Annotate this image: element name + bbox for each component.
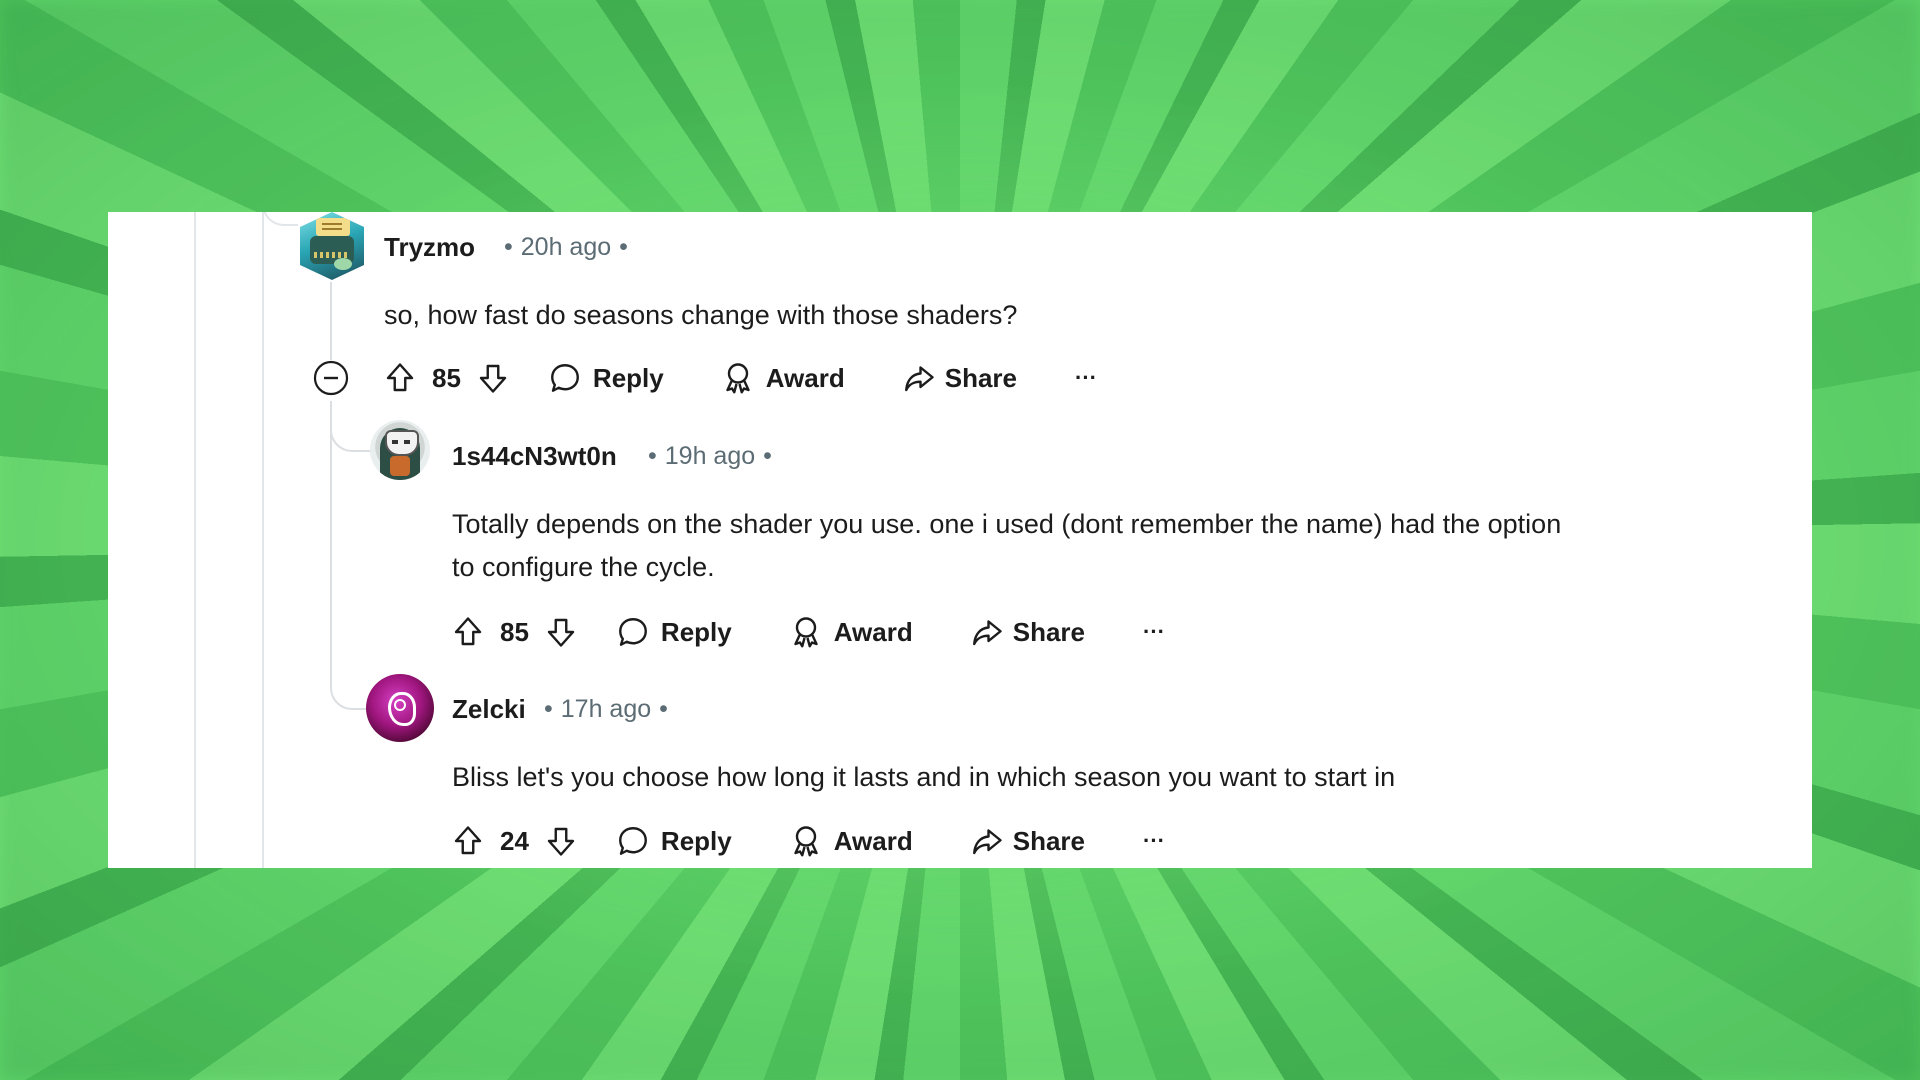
separator-dot: •	[619, 233, 628, 261]
downvote-arrow-icon	[479, 364, 507, 393]
upvote-button[interactable]	[450, 823, 486, 859]
collapse-minus-circle-icon	[313, 360, 349, 396]
downvote-arrow-icon	[547, 827, 575, 856]
comment-timestamp[interactable]: 17h ago	[561, 695, 651, 723]
comment-author[interactable]: Zelcki	[452, 694, 526, 725]
reply-button[interactable]: Reply	[615, 614, 732, 650]
award-button[interactable]: Award	[788, 823, 913, 859]
share-button[interactable]: Share	[969, 823, 1085, 859]
collapse-thread-button[interactable]	[313, 360, 349, 401]
award-button[interactable]: Award	[788, 614, 913, 650]
more-options-button[interactable]: ···	[1143, 619, 1165, 645]
comment-body-line: Bliss let's you choose how long it lasts…	[452, 762, 1396, 792]
thread-line-level-1[interactable]	[194, 212, 196, 868]
more-options-icon: ···	[1143, 828, 1165, 853]
downvote-button[interactable]	[543, 614, 579, 650]
award-label: Award	[833, 825, 913, 856]
speech-bubble-icon	[550, 364, 579, 392]
comment-body-line: to configure the cycle.	[452, 552, 715, 582]
share-arrow-icon	[904, 366, 934, 392]
typewriter-avatar-icon[interactable]	[300, 212, 364, 280]
more-options-icon: ···	[1075, 365, 1097, 390]
speech-bubble-icon	[618, 827, 647, 855]
upvote-button[interactable]	[450, 614, 486, 650]
share-button[interactable]: Share	[901, 360, 1017, 396]
downvote-button[interactable]	[475, 360, 511, 396]
downvote-arrow-icon	[547, 618, 575, 647]
comment-timestamp[interactable]: 19h ago	[665, 442, 755, 470]
more-options-icon: ···	[1143, 619, 1165, 644]
upvote-arrow-icon	[386, 363, 414, 392]
comment-action-bar: 24 Reply Award Share ···	[450, 821, 1165, 861]
reply-label: Reply	[592, 362, 664, 393]
comment-action-bar: 85 Reply Award Share ···	[382, 358, 1097, 398]
purple-swirl-avatar-icon[interactable]	[366, 674, 434, 742]
upvote-button[interactable]	[382, 360, 418, 396]
award-label: Award	[833, 616, 913, 647]
comment-thread-card: Tryzmo • 20h ago • so, how fast do seasons…	[108, 212, 1812, 868]
comment-meta: • 20h ago •	[496, 233, 636, 262]
more-options-button[interactable]: ···	[1075, 365, 1097, 391]
separator-dot: •	[504, 233, 513, 261]
reply-label: Reply	[660, 825, 732, 856]
comment-body-line: so, how fast do seasons change with thos…	[384, 300, 1018, 330]
vote-score: 24	[500, 825, 529, 856]
vote-score: 85	[500, 616, 529, 647]
comment-action-bar: 85 Reply Award Share ···	[450, 612, 1165, 652]
masked-hooded-avatar-icon[interactable]	[370, 420, 430, 480]
downvote-button[interactable]	[543, 823, 579, 859]
award-button[interactable]: Award	[720, 360, 845, 396]
comment-author[interactable]: Tryzmo	[384, 232, 475, 263]
comment-body: Bliss let's you choose how long it lasts…	[452, 756, 1395, 799]
share-arrow-icon	[972, 620, 1002, 646]
share-label: Share	[1012, 616, 1085, 647]
share-label: Share	[944, 362, 1017, 393]
share-button[interactable]: Share	[969, 614, 1085, 650]
reply-button[interactable]: Reply	[615, 823, 732, 859]
more-options-button[interactable]: ···	[1143, 828, 1165, 854]
thread-connector-tryzmo	[262, 212, 298, 226]
comment-body: so, how fast do seasons change with thos…	[384, 294, 1017, 337]
comment-body-line: Totally depends on the shader you use. o…	[452, 509, 1562, 539]
reply-label: Reply	[660, 616, 732, 647]
separator-dot: •	[659, 695, 668, 723]
share-arrow-icon	[972, 829, 1002, 855]
thread-line-tryzmo-children[interactable]	[330, 398, 332, 688]
separator-dot: •	[763, 442, 772, 470]
upvote-arrow-icon	[454, 826, 482, 855]
comment-author[interactable]: 1s44cN3wt0n	[452, 441, 617, 472]
separator-dot: •	[648, 442, 657, 470]
award-ribbon-icon	[794, 617, 818, 648]
thread-line-level-2[interactable]	[262, 212, 264, 868]
comment-timestamp[interactable]: 20h ago	[521, 233, 611, 261]
comment-meta: • 19h ago •	[640, 442, 780, 471]
share-label: Share	[1012, 825, 1085, 856]
speech-bubble-icon	[618, 618, 647, 646]
comment-body: Totally depends on the shader you use. o…	[452, 503, 1561, 589]
award-ribbon-icon	[726, 363, 750, 394]
reply-button[interactable]: Reply	[547, 360, 664, 396]
award-ribbon-icon	[794, 826, 818, 857]
vote-score: 85	[432, 362, 461, 393]
comment-meta: • 17h ago •	[536, 695, 676, 724]
award-label: Award	[765, 362, 845, 393]
upvote-arrow-icon	[454, 617, 482, 646]
thread-line-tryzmo[interactable]	[330, 282, 332, 362]
separator-dot: •	[544, 695, 553, 723]
